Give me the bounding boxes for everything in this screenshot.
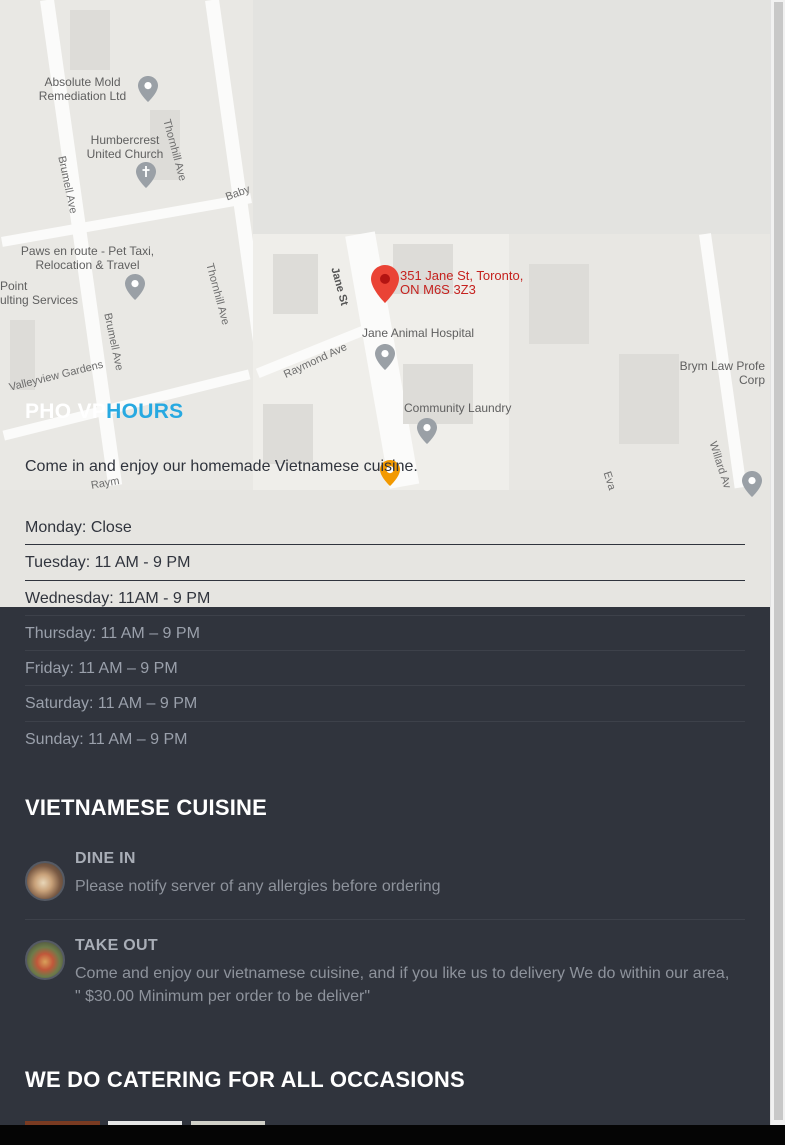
- church-pin-icon[interactable]: [136, 162, 156, 188]
- map-address-label: 351 Jane St, Toronto, ON M6S 3Z3: [400, 268, 524, 297]
- poi-label: Community Laundry: [404, 401, 512, 415]
- bottom-bar: [0, 1125, 785, 1145]
- hours-row-wednesday: Wednesday: 11AM - 9 PM: [25, 581, 745, 616]
- poi-pin-icon[interactable]: [417, 418, 437, 444]
- service-dine-in: DINE IN Please notify server of any alle…: [25, 850, 745, 910]
- hours-row-monday: Monday: Close: [25, 510, 745, 546]
- divider: [25, 919, 745, 920]
- service-take-out: TAKE OUT Come and enjoy our vietnamese c…: [25, 937, 745, 1017]
- service-name: DINE IN: [75, 850, 136, 867]
- catering-title: WE DO CATERING FOR ALL OCCASIONS: [25, 1067, 465, 1092]
- hours-title: PHO VPHOURS: [25, 400, 184, 423]
- poi-label: Point ulting Services: [0, 279, 79, 307]
- hours-row-tuesday: Tuesday: 11 AM - 9 PM: [25, 545, 745, 581]
- poi-pin-icon[interactable]: [375, 344, 395, 370]
- hours-row-thursday: Thursday: 11 AM – 9 PM: [25, 616, 745, 652]
- hours-list: Monday: Close Tuesday: 11 AM - 9 PM Wedn…: [25, 510, 745, 757]
- poi-pin-icon[interactable]: [125, 274, 145, 300]
- cuisine-title: VIETNAMESE CUISINE: [25, 795, 267, 820]
- dine-in-thumbnail: [25, 861, 65, 901]
- poi-label: Paws en route - Pet Taxi, Relocation & Tr…: [20, 244, 155, 272]
- poi-label: Humbercrest United Church: [86, 133, 164, 161]
- location-pin-icon[interactable]: [371, 265, 399, 303]
- poi-label: Absolute Mold Remediation Ltd: [38, 75, 127, 103]
- service-description: Come and enjoy our vietnamese cuisine, a…: [75, 965, 730, 1005]
- poi-label: Jane Animal Hospital: [362, 326, 475, 340]
- hours-row-friday: Friday: 11 AM – 9 PM: [25, 651, 745, 687]
- map-tile-unloaded: [253, 0, 770, 234]
- poi-pin-icon[interactable]: [138, 76, 158, 102]
- scrollbar-thumb[interactable]: [774, 2, 783, 1120]
- service-name: TAKE OUT: [75, 937, 158, 954]
- poi-label: Brym Law Profe Corp: [679, 359, 765, 387]
- page: Thornhill Ave Thornhill Ave Brumell Ave …: [0, 0, 770, 1125]
- poi-pin-icon[interactable]: [742, 471, 762, 497]
- take-out-thumbnail: [25, 940, 65, 980]
- service-description: Please notify server of any allergies be…: [75, 878, 441, 895]
- hours-intro: Come in and enjoy our homemade Vietnames…: [25, 458, 418, 475]
- scrollbar[interactable]: [770, 0, 785, 1125]
- hours-row-saturday: Saturday: 11 AM – 9 PM: [25, 686, 745, 722]
- hours-row-sunday: Sunday: 11 AM – 9 PM: [25, 730, 188, 748]
